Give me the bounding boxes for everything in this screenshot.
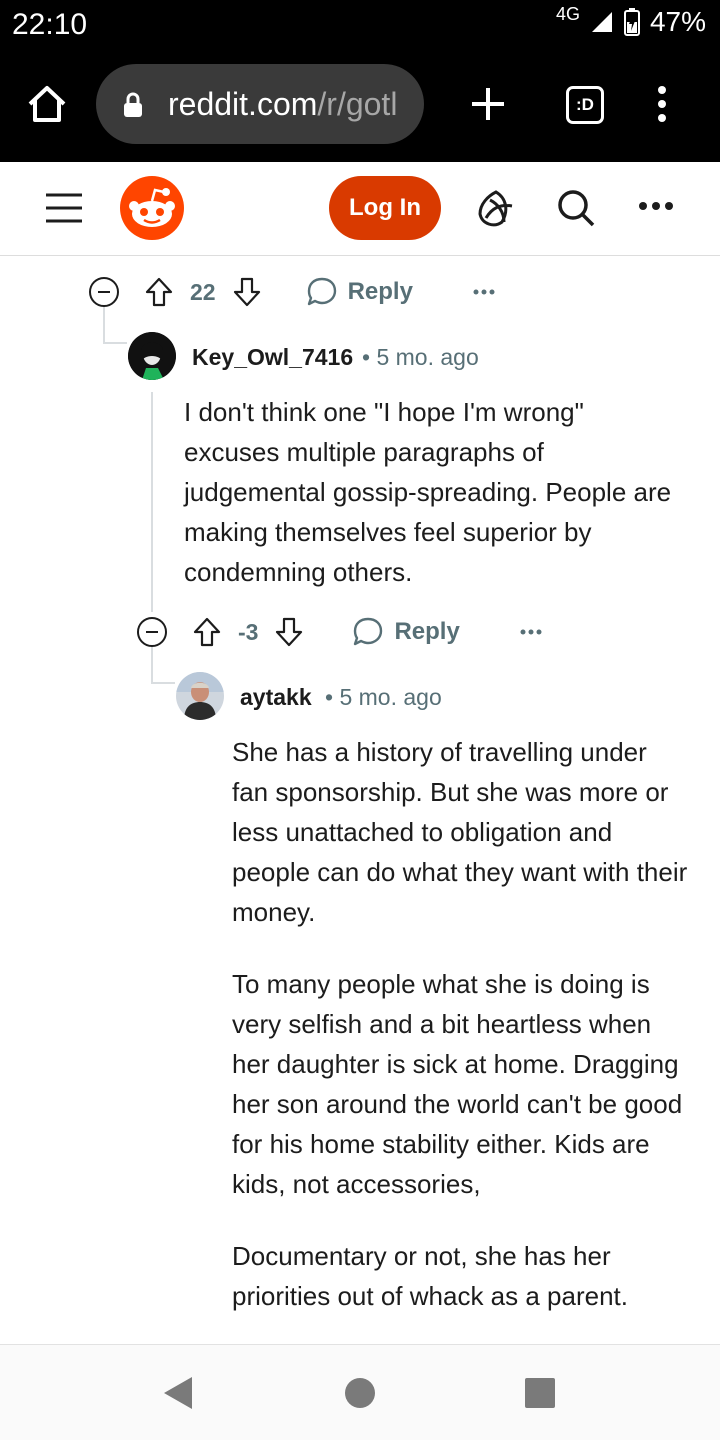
comment-bubble-icon [354,617,383,646]
hamburger-menu-button[interactable] [44,192,84,224]
status-time: 22:10 [12,8,88,41]
reply-button[interactable]: Reply [352,616,460,648]
vote-count: -3 [238,618,259,645]
comment-actions: 22 Reply [88,272,495,312]
battery-icon [623,8,640,36]
battery-level: 47% [649,6,706,37]
comment-username[interactable]: aytakk [240,684,312,711]
home-button[interactable] [26,84,68,124]
back-triangle-icon [164,1377,192,1409]
collapse-icon [89,277,119,307]
url-host: reddit.com [168,86,318,122]
communities-button[interactable] [476,188,516,228]
upvote-button[interactable] [144,276,174,308]
more-horizontal-icon [473,289,495,295]
hamburger-icon [46,193,82,223]
avatar[interactable] [176,672,224,720]
lock-icon [124,92,142,117]
search-icon [558,190,595,227]
home-icon [28,86,66,122]
collapse-button[interactable] [136,616,168,648]
signal-icon [591,12,612,32]
user-avatar-image [176,672,224,720]
vote-count: 22 [190,278,216,305]
system-navigation-bar [0,1344,720,1440]
comment-more-button[interactable] [473,288,495,296]
comment-paragraph: She has a history of travelling under fa… [232,737,688,927]
more-horizontal-icon [520,629,542,635]
login-button[interactable]: Log In [329,176,441,240]
browser-chrome: 22:10 4G 47% reddit.com/r/gotl :D [0,0,720,162]
more-options-button[interactable] [638,200,674,212]
downvote-icon [276,617,303,647]
url-path: /r/gotl [317,86,398,122]
home-nav-button[interactable] [344,1377,376,1409]
new-tab-button[interactable] [468,84,508,124]
plus-icon [472,88,504,120]
more-horizontal-icon [639,202,673,210]
communities-icon [478,190,513,227]
home-circle-icon [345,1378,375,1408]
thread-line [151,682,175,684]
downvote-icon [233,277,260,307]
thread-line [103,342,127,344]
comment-more-button[interactable] [520,628,542,636]
collapse-button[interactable] [88,276,120,308]
comment-timestamp: • 5 mo. ago [325,684,442,710]
recents-button[interactable] [524,1377,556,1409]
search-button[interactable] [556,188,596,228]
comment-body: She has a history of travelling under fa… [232,732,688,1344]
reddit-snoo-icon [120,176,184,240]
user-avatar-image [128,332,176,380]
more-vertical-icon [658,86,666,122]
downvote-button[interactable] [274,616,304,648]
upvote-icon [193,617,221,647]
downvote-button[interactable] [232,276,262,308]
reply-button[interactable]: Reply [306,276,413,308]
browser-menu-button[interactable] [652,84,672,124]
comment-username[interactable]: Key_Owl_7416 [192,344,353,371]
address-bar[interactable]: reddit.com/r/gotl [96,64,424,144]
upvote-icon [145,277,173,307]
back-button[interactable] [162,1375,194,1411]
comment-body: I don't think one "I hope I'm wrong" exc… [184,392,684,624]
comment-paragraph: Documentary or not, she has her prioriti… [232,1241,628,1311]
collapse-icon [137,617,167,647]
reddit-header: Log In [0,162,720,256]
comment-thread: 22 Reply Key_Owl_7416 • 5 mo. ago I don'… [0,256,720,1344]
comment-bubble-icon [307,277,336,306]
network-type: 4G [555,3,580,24]
comment-paragraph: I don't think one "I hope I'm wrong" exc… [184,397,672,587]
comment-actions: -3 Reply [136,612,542,652]
upvote-button[interactable] [192,616,222,648]
comment-paragraph: To many people what she is doing is very… [232,969,683,1199]
tab-switcher-button[interactable]: :D [566,86,604,124]
status-indicators: 4G 47% [555,3,706,38]
recents-square-icon [525,1378,555,1408]
thread-line [151,392,153,612]
comment-timestamp: • 5 mo. ago [362,344,479,370]
avatar[interactable] [128,332,176,380]
reply-label: Reply [347,278,413,305]
reply-label: Reply [394,618,460,645]
url-text: reddit.com/r/gotl [168,86,397,123]
reddit-logo[interactable] [120,176,184,240]
